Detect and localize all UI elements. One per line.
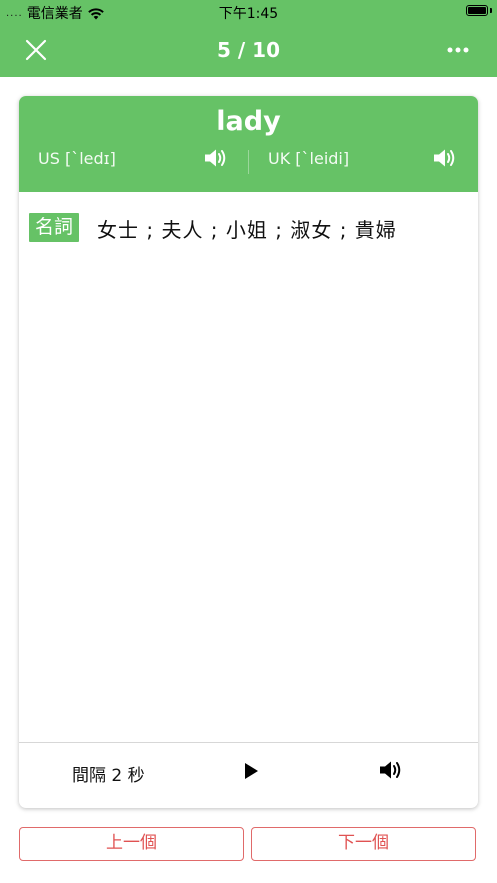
word-card: lady US [`ledɪ] UK [`leidi] 名詞 女士 ; 夫人 ;… bbox=[19, 96, 478, 808]
word-title: lady bbox=[216, 106, 281, 137]
speaker-icon[interactable] bbox=[378, 759, 402, 781]
play-icon[interactable] bbox=[243, 762, 259, 780]
status-time: 下午1:45 bbox=[218, 6, 279, 22]
progress-title: 5 / 10 bbox=[217, 38, 280, 62]
us-phonetic: US [`ledɪ] bbox=[38, 149, 116, 168]
word-card-header: lady US [`ledɪ] UK [`leidi] bbox=[19, 96, 478, 192]
playback-controls: 間隔 2 秒 bbox=[19, 742, 478, 808]
status-bar: .... 電信業者 下午1:45 bbox=[0, 0, 497, 24]
definition-text: 女士 ; 夫人 ; 小姐 ; 淑女 ; 貴婦 bbox=[97, 218, 397, 242]
battery-tip bbox=[490, 8, 492, 13]
battery-icon bbox=[466, 5, 488, 16]
uk-speaker-icon[interactable] bbox=[432, 147, 456, 169]
nav-bar: 5 / 10 bbox=[0, 24, 497, 77]
next-button[interactable]: 下一個 bbox=[251, 827, 476, 861]
interval-selector[interactable]: 間隔 2 秒 bbox=[72, 761, 145, 786]
header-bar: .... 電信業者 下午1:45 5 / 10 bbox=[0, 0, 497, 77]
part-of-speech-badge: 名詞 bbox=[29, 213, 80, 242]
uk-phonetic: UK [`leidi] bbox=[268, 149, 350, 168]
more-icon[interactable] bbox=[447, 46, 469, 54]
previous-button[interactable]: 上一個 bbox=[19, 827, 244, 861]
us-speaker-icon[interactable] bbox=[203, 147, 227, 169]
phonetic-divider bbox=[248, 150, 249, 174]
